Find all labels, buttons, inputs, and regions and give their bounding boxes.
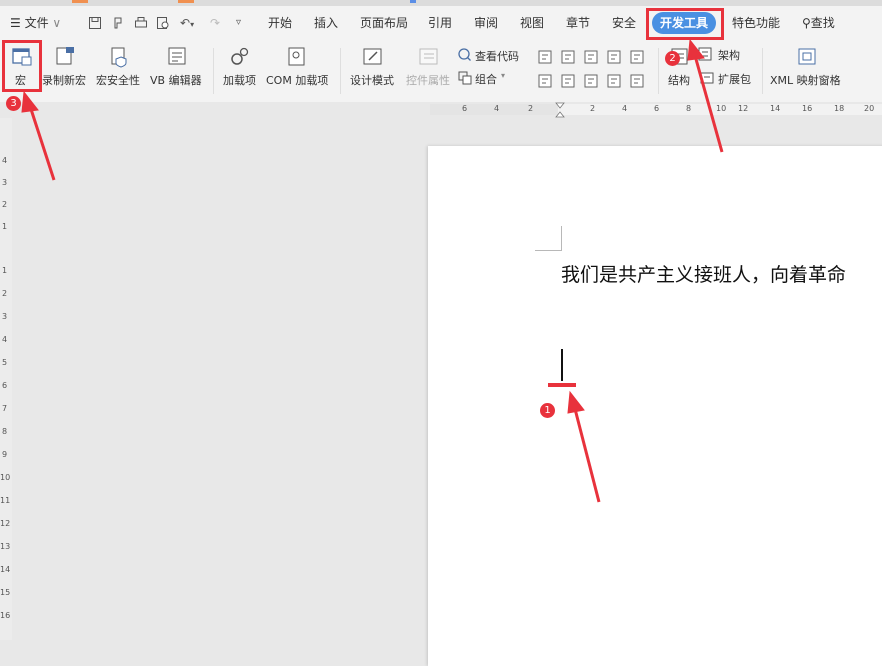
arrow-to-cursor [572, 404, 601, 503]
callout-arrows [21, 38, 724, 503]
arrow-to-developer-tab [692, 51, 724, 153]
arrow-to-macro [27, 102, 56, 181]
arrow-head [687, 38, 705, 61]
arrow-head [567, 390, 585, 414]
callout-badge-1: 1 [540, 403, 555, 418]
callout-badge-2: 2 [665, 51, 680, 66]
arrow-head [21, 90, 39, 113]
callout-badge-3: 3 [6, 96, 21, 111]
